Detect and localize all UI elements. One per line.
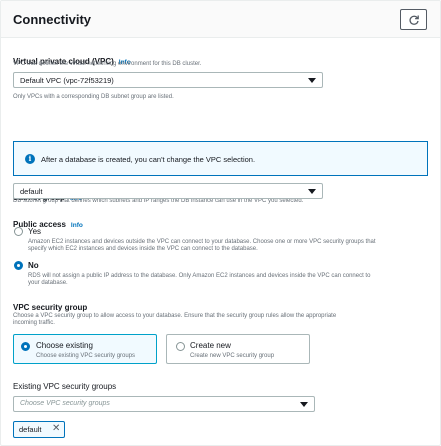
choose-existing-subtitle: Choose existing VPC security groups	[36, 353, 136, 359]
existing-groups-placeholder: Choose VPC security groups	[20, 400, 110, 407]
public-access-info-link[interactable]: Info	[71, 222, 83, 229]
create-new-tile[interactable]: Create new Create new VPC security group	[166, 334, 310, 364]
caret-down-icon	[308, 189, 316, 194]
public-access-no-radio[interactable]	[14, 261, 23, 270]
alert-text: After a database is created, you can't c…	[41, 155, 256, 164]
choose-existing-radio[interactable]	[21, 342, 30, 351]
public-access-yes-desc-1: Amazon EC2 instances and devices outside…	[28, 239, 376, 245]
panel-header: Connectivity	[1, 1, 440, 38]
vpc-security-group-desc-2: incoming traffic.	[13, 320, 55, 326]
choose-existing-tile[interactable]: Choose existing Choose existing VPC secu…	[13, 334, 157, 364]
vpc-select-value: Default VPC (vpc-72f53219)	[20, 76, 114, 85]
info-circle-icon: i	[25, 154, 35, 164]
public-access-no-desc-2: your database.	[28, 280, 68, 286]
panel-title: Connectivity	[13, 12, 92, 27]
create-new-title: Create new	[190, 341, 231, 350]
vpc-hint: Only VPCs with a corresponding DB subnet…	[13, 94, 174, 100]
existing-groups-label: Existing VPC security groups	[13, 382, 117, 391]
subnet-group-description: DB subnet group that defines which subne…	[13, 198, 304, 204]
caret-down-icon	[308, 78, 316, 83]
caret-down-icon	[300, 402, 308, 407]
public-access-yes-label[interactable]: Yes	[28, 227, 41, 236]
refresh-button[interactable]	[400, 9, 427, 30]
vpc-security-group-desc-1: Choose a VPC security group to allow acc…	[13, 313, 337, 319]
subnet-group-select[interactable]: default	[13, 183, 323, 199]
create-new-subtitle: Create new VPC security group	[190, 353, 275, 359]
vpc-security-group-label: VPC security group	[13, 303, 88, 312]
connectivity-panel: Connectivity Virtual private cloud (VPC)…	[0, 0, 441, 446]
public-access-yes-radio[interactable]	[14, 227, 23, 236]
create-new-radio[interactable]	[176, 342, 185, 351]
public-access-no-label[interactable]: No	[28, 261, 39, 270]
vpc-info-alert: i After a database is created, you can't…	[13, 141, 428, 176]
existing-groups-multiselect[interactable]: Choose VPC security groups	[13, 396, 315, 412]
subnet-group-select-value: default	[20, 187, 43, 196]
public-access-yes-desc-2: specify which EC2 instances and devices …	[28, 246, 258, 252]
close-icon[interactable]: ✕	[52, 423, 60, 435]
public-access-label-row: Public access Info	[13, 214, 83, 232]
security-group-token: default ✕	[13, 421, 65, 438]
vpc-description: VPC that defines the virtual networking …	[13, 61, 202, 67]
token-label: default	[19, 425, 42, 434]
refresh-icon	[408, 15, 419, 25]
public-access-no-desc-1: RDS will not assign a public IP address …	[28, 273, 371, 279]
vpc-select[interactable]: Default VPC (vpc-72f53219)	[13, 72, 323, 88]
choose-existing-title: Choose existing	[36, 341, 93, 350]
